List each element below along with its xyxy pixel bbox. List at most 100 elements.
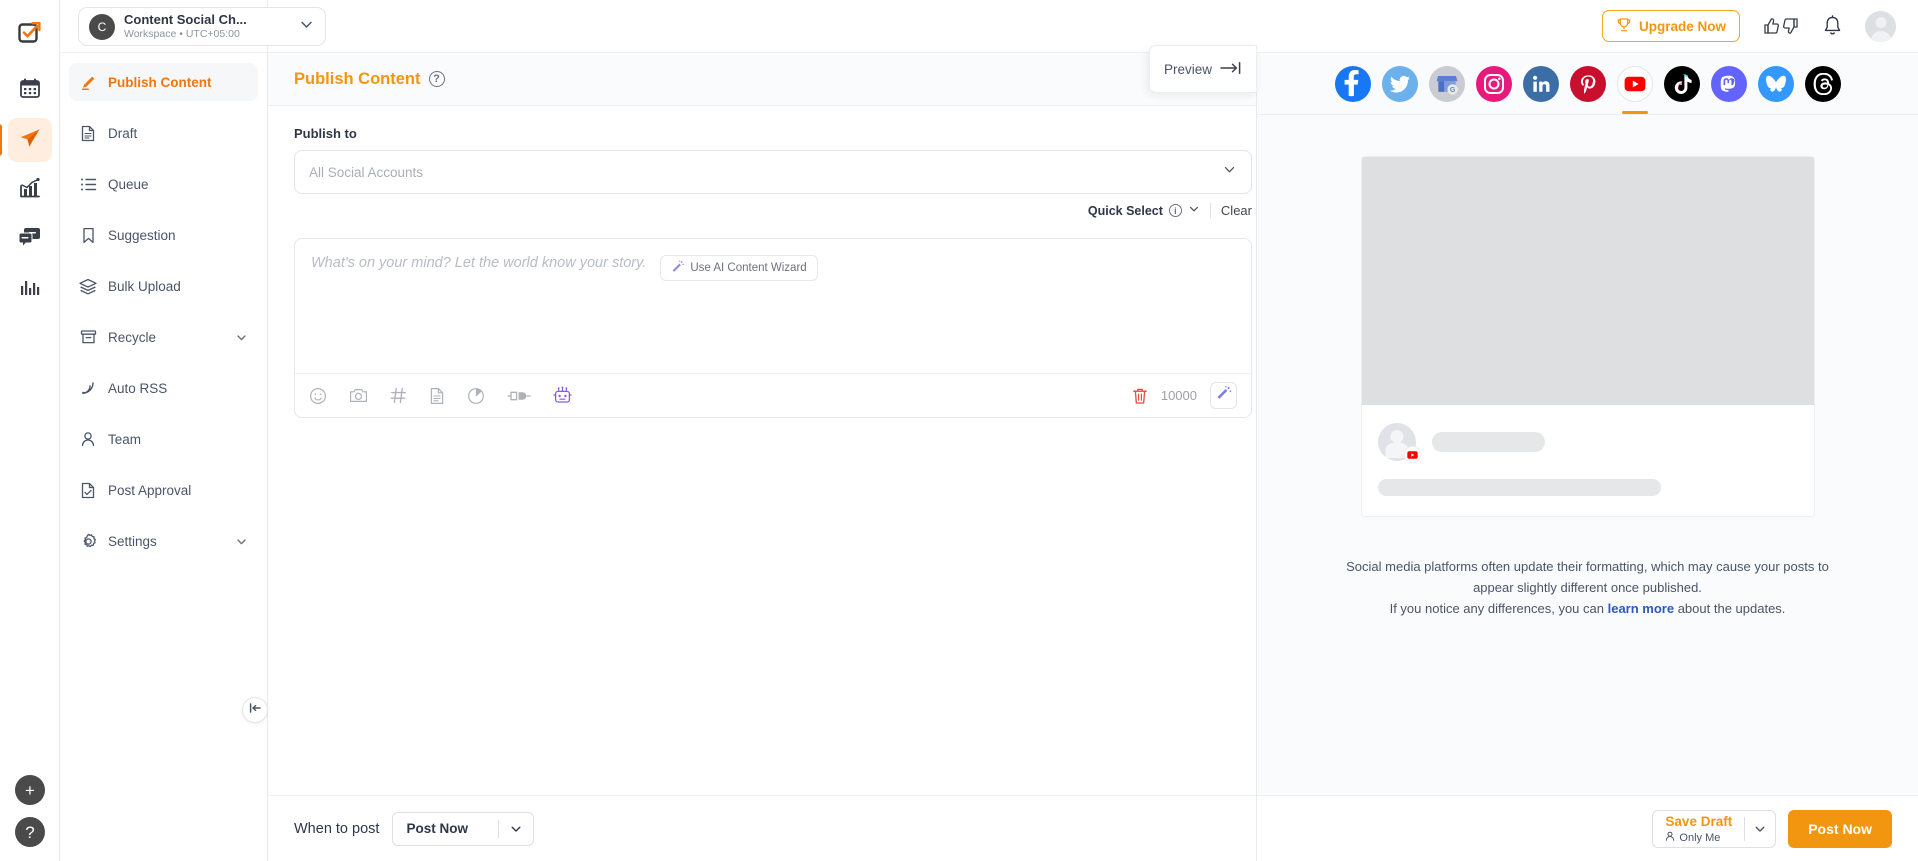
platform-tab-facebook[interactable] xyxy=(1335,66,1371,102)
camera-icon[interactable] xyxy=(349,387,368,404)
platform-tab-google-business[interactable]: G xyxy=(1429,66,1465,102)
pencil-icon xyxy=(79,73,97,91)
social-accounts-select[interactable]: All Social Accounts xyxy=(294,150,1252,194)
page-title: Publish Content xyxy=(294,70,421,89)
pie-chart-icon[interactable] xyxy=(467,387,485,405)
question-mark-icon[interactable]: ? xyxy=(429,71,445,87)
sidebar-item-draft[interactable]: Draft xyxy=(69,114,258,152)
hashtag-icon[interactable] xyxy=(390,387,407,404)
help-button[interactable]: ? xyxy=(15,817,45,847)
preview-author-row xyxy=(1378,423,1798,461)
preview-bottom-bar: Save Draft Only Me xyxy=(1257,795,1918,861)
platform-tab-mastodon[interactable] xyxy=(1711,66,1747,102)
sidebar-item-settings[interactable]: Settings xyxy=(69,522,258,560)
platform-tab-linkedin[interactable] xyxy=(1523,66,1559,102)
youtube-icon xyxy=(1404,446,1421,463)
add-button[interactable]: + xyxy=(15,775,45,805)
rail-item-analytics[interactable] xyxy=(8,168,52,212)
sidebar-item-team[interactable]: Team xyxy=(69,420,258,458)
workspace-switcher[interactable]: C Content Social Ch... Workspace • UTC+0… xyxy=(78,7,326,46)
publish-to-label: Publish to xyxy=(294,126,1230,141)
post-editor-card: What's on your mind? Let the world know … xyxy=(294,238,1252,418)
sidebar-item-publish-content[interactable]: Publish Content xyxy=(69,63,258,101)
post-editor-input[interactable]: What's on your mind? Let the world know … xyxy=(295,239,1251,373)
preview-toggle-button[interactable]: Preview xyxy=(1149,45,1257,93)
platform-tab-threads[interactable] xyxy=(1805,66,1841,102)
sidebar-item-label: Team xyxy=(108,432,141,447)
sidebar-item-recycle[interactable]: Recycle xyxy=(69,318,258,356)
emoji-icon[interactable] xyxy=(309,387,327,405)
platform-tab-pinterest[interactable] xyxy=(1570,66,1606,102)
post-now-button[interactable]: Post Now xyxy=(1788,810,1892,848)
quick-select-button[interactable]: Quick Select i xyxy=(1088,203,1200,218)
thumbs-up-down-icon[interactable] xyxy=(1762,16,1800,36)
gear-icon xyxy=(79,532,97,550)
document-check-icon xyxy=(79,481,97,499)
primary-actions: Save Draft Only Me xyxy=(1652,810,1892,848)
quick-select-label: Quick Select xyxy=(1088,204,1163,218)
composer-body: Publish to All Social Accounts Quick Sel… xyxy=(268,106,1256,795)
sidebar-item-auto-rss[interactable]: Auto RSS xyxy=(69,369,258,407)
sidebar-item-label: Queue xyxy=(108,177,149,192)
preview-label: Preview xyxy=(1164,62,1212,77)
chevron-down-icon xyxy=(499,822,533,836)
chevron-down-icon xyxy=(1222,162,1237,182)
divider xyxy=(1210,203,1211,218)
rail-item-publish[interactable] xyxy=(8,118,52,162)
bar-levels-icon xyxy=(19,278,41,303)
sidebar-item-suggestion[interactable]: Suggestion xyxy=(69,216,258,254)
icon-rail: + ? xyxy=(0,0,60,861)
bell-icon[interactable] xyxy=(1822,15,1843,37)
workspace-name: Content Social Ch... xyxy=(124,12,289,27)
chevron-down-icon[interactable] xyxy=(235,331,248,344)
avatar[interactable] xyxy=(1865,11,1896,42)
chevron-down-icon[interactable] xyxy=(235,535,248,548)
editor-toolbar-right: 10000 xyxy=(1132,382,1237,409)
document-icon xyxy=(79,124,97,142)
sidebar-item-post-approval[interactable]: Post Approval xyxy=(69,471,258,509)
when-to-post-select[interactable]: Post Now xyxy=(392,812,534,846)
avatar xyxy=(1378,423,1416,461)
platform-tab-tiktok[interactable] xyxy=(1664,66,1700,102)
save-draft-texts: Save Draft Only Me xyxy=(1653,813,1744,845)
trash-icon[interactable] xyxy=(1132,387,1148,405)
composer-header: Publish Content ? Preview xyxy=(268,53,1256,106)
use-ai-content-wizard-button[interactable]: Use AI Content Wizard xyxy=(660,255,817,281)
preview-media-placeholder xyxy=(1362,157,1814,405)
ai-wizard-label: Use AI Content Wizard xyxy=(690,262,806,274)
sidebar-item-queue[interactable]: Queue xyxy=(69,165,258,203)
chevron-down-icon[interactable] xyxy=(1745,822,1775,836)
composer-column: Publish Content ? Preview Publish to All… xyxy=(268,53,1257,861)
app-root: + ? Publish Content Draft xyxy=(0,0,1918,861)
rail-item-calendar[interactable] xyxy=(8,68,52,112)
chevron-down-icon xyxy=(298,16,315,38)
list-icon xyxy=(79,175,97,193)
rail-item-reports[interactable] xyxy=(8,268,52,312)
learn-more-link[interactable]: learn more xyxy=(1608,601,1674,616)
upgrade-now-button[interactable]: Upgrade Now xyxy=(1602,10,1740,42)
when-to-post-value: Post Now xyxy=(393,821,498,836)
sidebar-item-bulk-upload[interactable]: Bulk Upload xyxy=(69,267,258,305)
paper-plane-icon xyxy=(18,126,42,155)
clear-button[interactable]: Clear xyxy=(1221,203,1252,218)
disclaimer-line-1: Social media platforms often update thei… xyxy=(1346,559,1814,574)
save-draft-visibility: Only Me xyxy=(1665,831,1732,845)
robot-icon[interactable] xyxy=(553,386,572,405)
platform-tab-youtube[interactable] xyxy=(1617,66,1653,102)
rail-item-inbox[interactable] xyxy=(8,218,52,262)
editor-placeholder: What's on your mind? Let the world know … xyxy=(311,255,646,271)
app-logo-icon[interactable] xyxy=(8,10,52,54)
rss-icon xyxy=(79,379,97,397)
ai-magic-button[interactable] xyxy=(1210,382,1237,409)
save-draft-button[interactable]: Save Draft Only Me xyxy=(1652,810,1776,848)
platform-tab-twitter[interactable] xyxy=(1382,66,1418,102)
workspace-texts: Content Social Ch... Workspace • UTC+05:… xyxy=(124,12,289,41)
platform-tab-bluesky[interactable] xyxy=(1758,66,1794,102)
link-plug-icon[interactable] xyxy=(507,388,531,404)
sidebar-collapse-button[interactable] xyxy=(242,697,268,723)
preview-author-skeleton xyxy=(1432,432,1545,452)
character-count: 10000 xyxy=(1161,388,1197,403)
preview-disclaimer: Social media platforms often update thei… xyxy=(1328,556,1848,619)
platform-tab-instagram[interactable] xyxy=(1476,66,1512,102)
document-icon[interactable] xyxy=(429,387,445,405)
